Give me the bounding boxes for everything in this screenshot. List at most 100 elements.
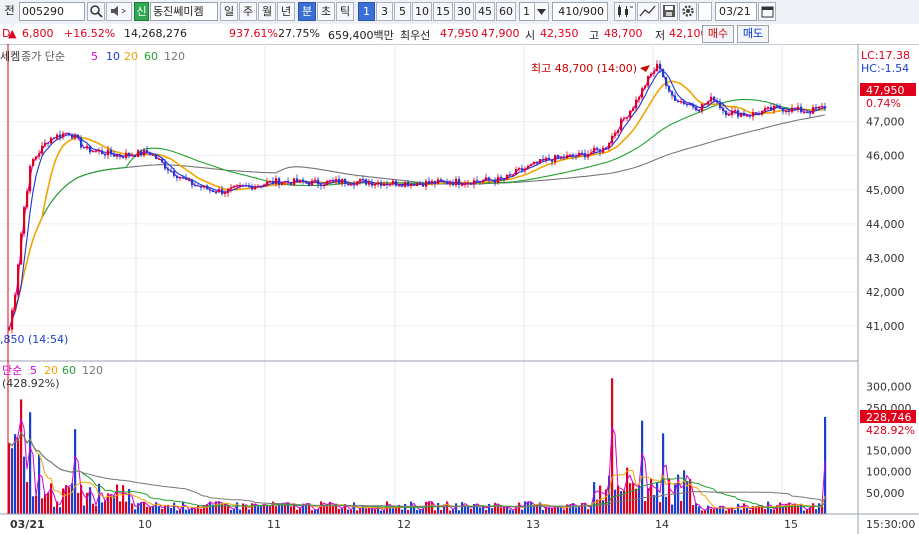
candle-body — [302, 179, 305, 182]
candle-body — [251, 185, 254, 190]
candle-body — [218, 189, 221, 193]
candle-body — [725, 110, 728, 116]
candle-body — [152, 154, 155, 156]
candle-body — [47, 142, 50, 144]
candle-body — [587, 154, 590, 158]
minute-5-button[interactable]: 5 — [394, 2, 411, 21]
candle-body — [590, 152, 593, 155]
minute-45-button[interactable]: 45 — [475, 2, 495, 21]
candle-body — [707, 101, 710, 105]
candle-body — [260, 185, 263, 187]
price-axis-label: 46,000 — [866, 150, 905, 163]
save-icon[interactable] — [660, 2, 678, 21]
candle-body — [698, 110, 701, 112]
candle-body — [197, 185, 200, 187]
period-second-button[interactable]: 초 — [317, 2, 335, 21]
volume-bar — [20, 399, 23, 514]
candle-body — [161, 158, 164, 163]
minute-15-button[interactable]: 15 — [433, 2, 453, 21]
period-year-button[interactable]: 년 — [277, 2, 295, 21]
candle-body — [287, 180, 290, 183]
minute-1-button[interactable]: 1 — [358, 2, 375, 21]
volume-bar — [530, 501, 533, 514]
candle-body — [407, 182, 410, 187]
volume-bar — [347, 509, 350, 514]
volume-ma-path — [8, 431, 826, 509]
candle-body — [95, 150, 98, 152]
candle-body — [356, 181, 359, 186]
volume-bar — [671, 504, 674, 514]
volume-bar — [41, 498, 44, 514]
volume-bar — [467, 505, 470, 514]
candle-body — [275, 178, 278, 185]
search-icon[interactable] — [87, 2, 105, 21]
volume-bar — [797, 505, 800, 514]
date-input[interactable]: 03/21 — [715, 2, 757, 21]
candle-body — [551, 159, 554, 162]
chart-type-icon[interactable] — [614, 2, 636, 21]
volume-axis-label: 50,000 — [866, 487, 905, 500]
minute-10-button[interactable]: 10 — [412, 2, 432, 21]
volume-bar — [113, 495, 116, 514]
candle-body — [29, 166, 32, 192]
period-day-button[interactable]: 일 — [220, 2, 238, 21]
candle-body — [458, 178, 461, 185]
indicator-icon[interactable] — [637, 2, 659, 21]
vol-sub-label: (428.92%) — [2, 377, 60, 390]
candle-body — [230, 187, 233, 189]
candle-body — [59, 134, 62, 138]
unit-dropdown-icon[interactable] — [534, 2, 549, 21]
volume-bar — [239, 509, 242, 514]
candle-body — [578, 152, 581, 157]
ma60-line — [8, 98, 826, 330]
candle-body — [71, 134, 74, 139]
candle-body — [167, 168, 170, 171]
volume-bar — [629, 483, 632, 514]
volume-bar — [68, 487, 71, 514]
candle-body — [818, 106, 821, 109]
period-month-button[interactable]: 월 — [258, 2, 276, 21]
candle-body — [749, 115, 752, 117]
candle-body — [350, 184, 353, 186]
candle-body — [791, 107, 794, 112]
calendar-icon[interactable] — [758, 2, 776, 21]
candle-body — [53, 137, 56, 139]
sell-button[interactable]: 매도 — [737, 25, 769, 43]
candle-body — [704, 104, 707, 106]
period-tick-button[interactable]: 틱 — [336, 2, 354, 21]
volume-bar — [626, 467, 629, 514]
period-minute-button[interactable]: 분 — [298, 2, 316, 21]
volume-bar — [275, 506, 278, 514]
volume-bar — [245, 505, 248, 514]
minute-60-button[interactable]: 60 — [496, 2, 516, 21]
stock-code-input[interactable]: 005290 — [19, 2, 85, 21]
stock-chart[interactable]: 세켐 종가 단순 5 10 20 60 120 최고 48,700 (14:00… — [0, 44, 919, 534]
candle-body — [752, 112, 755, 117]
minute-3-button[interactable]: 3 — [376, 2, 393, 21]
candle-body — [209, 189, 212, 191]
volume-bar — [551, 508, 554, 514]
date-checkbox[interactable] — [698, 2, 712, 21]
candle-body — [188, 179, 191, 181]
volume-bar — [458, 510, 461, 514]
volume-bar — [341, 508, 344, 514]
speaker-icon[interactable] — [106, 2, 132, 21]
volume-bar — [485, 510, 488, 514]
settings-gear-icon[interactable] — [679, 2, 697, 21]
candle-body — [566, 155, 569, 159]
candle-body — [440, 179, 443, 181]
candle-body — [245, 185, 248, 187]
period-week-button[interactable]: 주 — [239, 2, 257, 21]
volume-bar — [269, 506, 272, 514]
minute-30-button[interactable]: 30 — [454, 2, 474, 21]
candle-body — [605, 147, 608, 149]
buy-button[interactable]: 매수 — [702, 25, 734, 43]
volume-bar — [92, 503, 95, 514]
ma10-legend: 10 — [106, 50, 120, 63]
candle-body — [575, 156, 578, 158]
candle-body — [215, 191, 218, 193]
ma120-legend: 120 — [164, 50, 185, 63]
volume-bar — [158, 506, 161, 514]
candle-body — [761, 110, 764, 115]
price-axis-labels: 47,000 46,000 45,000 44,000 43,000 42,000 41,0… — [866, 116, 905, 334]
